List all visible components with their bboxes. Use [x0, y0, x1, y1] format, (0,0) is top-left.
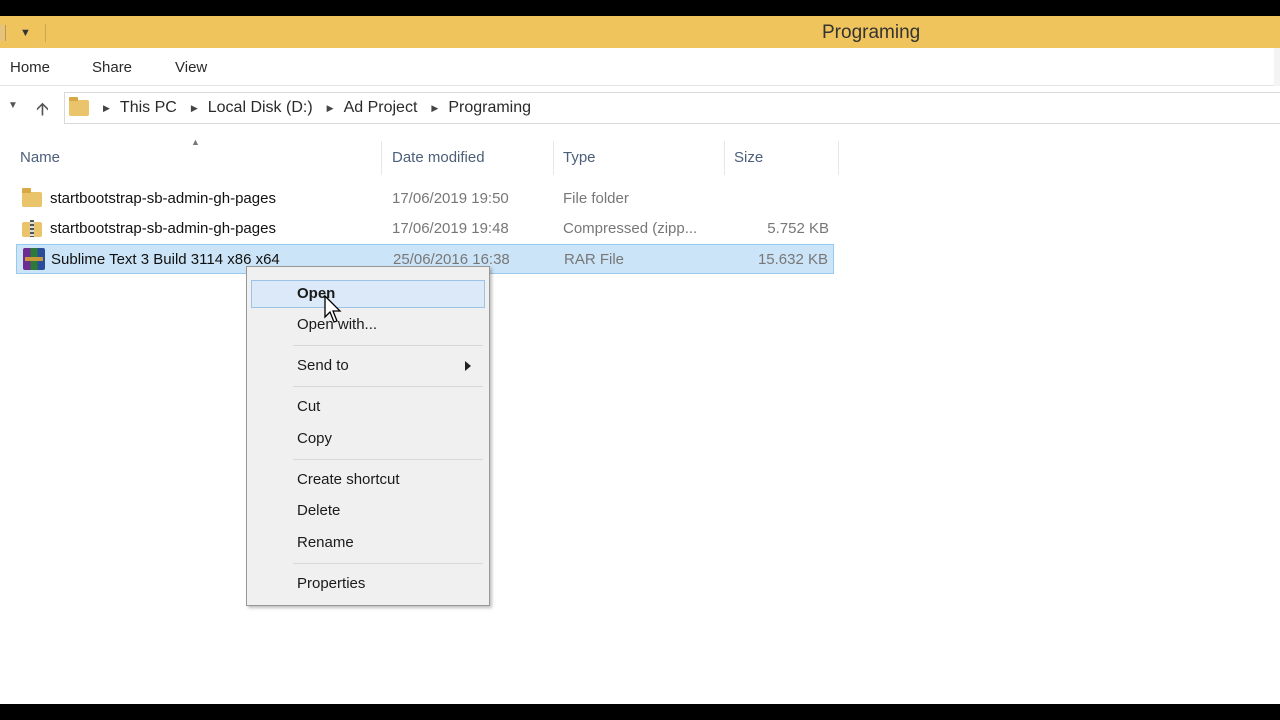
file-date: 17/06/2019 19:48	[392, 220, 509, 237]
breadcrumb-chevron-icon[interactable]: ▶	[191, 103, 198, 114]
ribbon-tabs: Home Share View	[0, 48, 1280, 86]
file-size: 5.752 KB	[767, 220, 829, 237]
ribbon-scroll-edge	[1274, 48, 1280, 86]
file-row[interactable]: startbootstrap-sb-admin-gh-pages 17/06/2…	[16, 214, 834, 244]
letterbox-bottom	[0, 704, 1280, 720]
column-header-date[interactable]: Date modified	[392, 149, 485, 166]
menu-separator	[293, 386, 483, 387]
column-headers: ▲ Name Date modified Type Size	[0, 137, 1280, 179]
submenu-arrow-icon	[465, 361, 471, 371]
navigation-bar: ▼ 🡩 ▶ This PC ▶ Local Disk (D:) ▶ Ad Pro…	[0, 87, 1280, 129]
letterbox-top	[0, 0, 1280, 16]
context-menu: Open Open with... Send to Cut Copy Creat…	[246, 266, 490, 606]
file-row[interactable]: startbootstrap-sb-admin-gh-pages 17/06/2…	[16, 184, 834, 214]
menu-item-create-shortcut[interactable]: Create shortcut	[251, 466, 485, 494]
breadcrumb-programing[interactable]: Programing	[448, 99, 531, 117]
file-type: File folder	[563, 190, 629, 207]
menu-item-label: Cut	[297, 398, 321, 415]
breadcrumb-ad-project[interactable]: Ad Project	[344, 99, 418, 117]
column-divider[interactable]	[838, 141, 839, 175]
menu-item-label: Delete	[297, 502, 341, 519]
file-date: 17/06/2019 19:50	[392, 190, 509, 207]
menu-item-label: Create shortcut	[297, 471, 400, 488]
file-explorer-window: ▼ Programing Home Share View ▼ 🡩 ▶ This …	[0, 16, 1280, 704]
file-size: 15.632 KB	[757, 251, 828, 268]
column-divider[interactable]	[553, 141, 554, 175]
breadcrumb-chevron-icon[interactable]: ▶	[431, 103, 438, 114]
file-type: Compressed (zipp...	[563, 220, 698, 237]
up-arrow-icon[interactable]: 🡩	[36, 97, 49, 127]
column-header-name[interactable]: Name	[20, 149, 60, 166]
menu-item-send-to[interactable]: Send to	[251, 352, 485, 380]
menu-item-label: Rename	[297, 534, 354, 551]
window-title: Programing	[822, 22, 921, 43]
mouse-cursor-icon	[324, 295, 342, 323]
zip-folder-icon	[22, 220, 42, 237]
menu-item-rename[interactable]: Rename	[251, 529, 485, 557]
folder-icon	[22, 188, 42, 207]
menu-item-label: Properties	[297, 575, 366, 592]
sort-ascending-icon: ▲	[191, 137, 200, 147]
menu-item-open-with[interactable]: Open with...	[251, 311, 485, 339]
file-name: startbootstrap-sb-admin-gh-pages	[50, 190, 276, 207]
breadcrumb-local-disk[interactable]: Local Disk (D:)	[208, 99, 313, 117]
breadcrumb-this-pc[interactable]: This PC	[120, 99, 177, 117]
tab-share[interactable]: Share	[92, 59, 132, 76]
winrar-archive-icon	[23, 248, 45, 270]
menu-separator	[293, 345, 483, 346]
column-divider[interactable]	[381, 141, 382, 175]
tab-view[interactable]: View	[175, 59, 207, 76]
column-header-type[interactable]: Type	[563, 149, 596, 166]
file-type: RAR File	[564, 251, 625, 268]
title-bar[interactable]: ▼ Programing	[0, 16, 1280, 48]
menu-item-delete[interactable]: Delete	[251, 497, 485, 525]
menu-item-label: Send to	[297, 357, 349, 374]
menu-separator	[293, 563, 483, 564]
menu-item-label: Copy	[297, 430, 333, 447]
menu-item-open[interactable]: Open	[251, 280, 485, 308]
file-name: startbootstrap-sb-admin-gh-pages	[50, 220, 276, 237]
folder-icon	[69, 97, 89, 116]
breadcrumb-chevron-icon[interactable]: ▶	[327, 103, 334, 114]
menu-item-properties[interactable]: Properties	[251, 570, 485, 598]
address-bar[interactable]: ▶ This PC ▶ Local Disk (D:) ▶ Ad Project…	[64, 92, 1280, 124]
menu-item-cut[interactable]: Cut	[251, 393, 485, 421]
recent-locations-dropdown-icon[interactable]: ▼	[8, 100, 18, 111]
tab-home[interactable]: Home	[10, 59, 50, 76]
menu-item-copy[interactable]: Copy	[251, 425, 485, 453]
menu-separator	[293, 459, 483, 460]
column-header-size[interactable]: Size	[734, 149, 763, 166]
breadcrumb-chevron-icon[interactable]: ▶	[103, 103, 110, 114]
column-divider[interactable]	[724, 141, 725, 175]
